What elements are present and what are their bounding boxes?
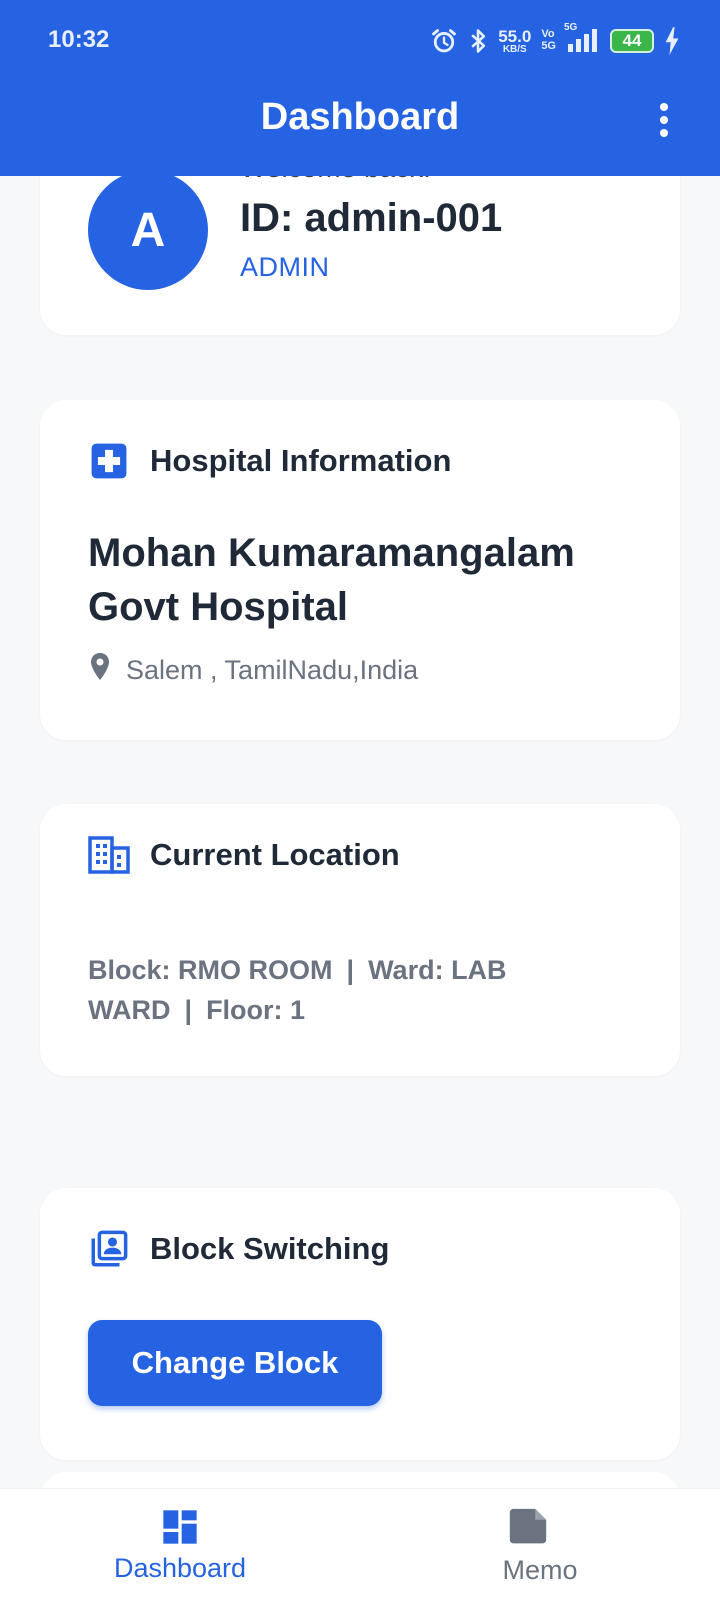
location-pin-icon: [88, 652, 112, 689]
status-icons: 55.0 KB/S Vo 5G 5G 44: [430, 22, 680, 58]
user-role: ADMIN: [240, 252, 330, 282]
page-title: Dashboard: [260, 96, 460, 138]
hospital-info-header: Hospital Information: [88, 440, 451, 482]
current-location-header: Current Location: [88, 834, 400, 876]
battery-level: 44: [622, 31, 642, 50]
avatar: A: [88, 170, 208, 290]
volte-bottom: 5G: [541, 40, 556, 52]
net-speed-unit: KB/S: [502, 43, 527, 55]
net-speed: 55.0 KB/S: [498, 28, 531, 55]
alarm-icon: [430, 27, 458, 55]
network-type: 5G: [564, 22, 578, 33]
change-block-button[interactable]: Change Block: [88, 1320, 382, 1406]
hospital-name: Mohan Kumaramangalam Govt Hospital: [88, 531, 575, 629]
bottom-nav: Dashboard Memo: [0, 1488, 720, 1604]
more-vert-icon[interactable]: [656, 100, 672, 140]
location-block: Block: RMO ROOM: [88, 955, 333, 985]
charging-icon: [664, 27, 680, 55]
block-switching-header: Block Switching: [88, 1228, 389, 1270]
hospital-address: Salem , TamilNadu,India: [126, 655, 419, 685]
app-header: 10:32 55.0 KB/S Vo 5G 5G 44 Dashboard: [0, 0, 720, 176]
dashboard-icon: [160, 1507, 200, 1547]
volte-indicator: Vo 5G: [541, 29, 556, 52]
location-floor: Floor: 1: [206, 995, 306, 1025]
bluetooth-icon: [468, 27, 488, 55]
switch-account-icon: [88, 1228, 130, 1270]
location-details: Block: RMO ROOM | Ward: LAB WARD | Floor: 1: [88, 950, 648, 1030]
block-switching-title: Block Switching: [150, 1231, 390, 1266]
avatar-initial: A: [130, 203, 166, 257]
memo-icon: [506, 1507, 547, 1547]
battery-icon: 44: [610, 29, 654, 53]
status-bar: 10:32 55.0 KB/S Vo 5G 5G 44: [0, 0, 720, 82]
net-speed-value: 55.0: [498, 26, 532, 46]
building-icon: [88, 834, 130, 876]
nav-item-memo[interactable]: Memo: [360, 1489, 720, 1604]
separator: |: [184, 995, 193, 1025]
hospital-address-row: Salem , TamilNadu,India: [88, 652, 418, 689]
current-location-card: Current Location Block: RMO ROOM | Ward: L…: [40, 804, 680, 1076]
separator: |: [346, 955, 355, 985]
current-location-title: Current Location: [150, 837, 400, 872]
signal-icon: 5G: [564, 22, 600, 54]
hospital-info-card: Hospital Information Mohan Kumaramangala…: [40, 400, 680, 740]
block-switching-card: Block Switching Change Block: [40, 1188, 680, 1460]
hospital-cross-icon: [88, 440, 130, 482]
user-id: ID: admin-001: [240, 196, 503, 240]
nav-item-dashboard[interactable]: Dashboard: [0, 1489, 360, 1604]
status-time: 10:32: [48, 26, 110, 53]
nav-label-dashboard: Dashboard: [113, 1553, 247, 1583]
nav-label-memo: Memo: [502, 1555, 578, 1585]
hospital-info-title: Hospital Information: [150, 443, 452, 478]
